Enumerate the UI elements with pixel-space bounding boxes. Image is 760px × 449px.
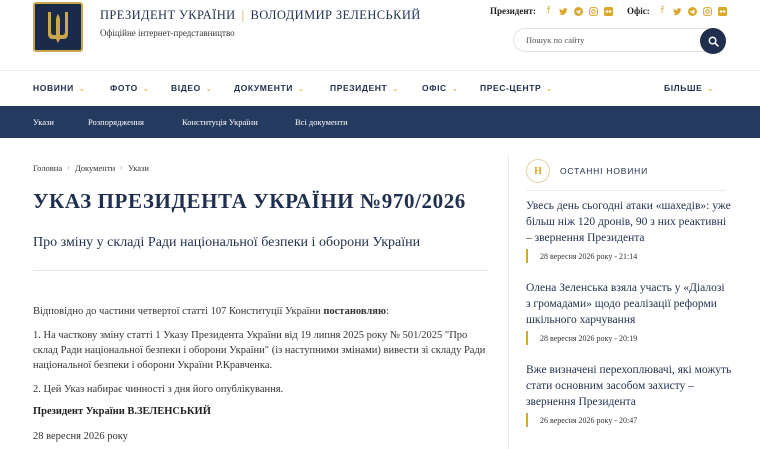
nav-item-label: ДОКУМЕНТИ <box>234 83 293 93</box>
news-title-link[interactable]: Олена Зеленська взяла участь у «Діалозі … <box>526 280 732 328</box>
nav-item-office[interactable]: ОФІС ⌄ <box>422 83 458 93</box>
chevron-down-icon: ⌄ <box>142 85 150 93</box>
nav-item-label: ВІДЕО <box>171 83 201 93</box>
news-date: 28 вересня 2026 року - 20:19 <box>526 331 732 345</box>
title-president: ПРЕЗИДЕНТ УКРАЇНИ <box>100 8 236 22</box>
breadcrumb: Головна › Документи › Укази <box>33 163 149 173</box>
breadcrumb-decrees[interactable]: Укази <box>128 163 149 173</box>
news-item: Увесь день сьогодні атаки «шахедів»: уже… <box>526 198 732 263</box>
facebook-icon[interactable]: f <box>658 6 667 16</box>
telegram-icon[interactable] <box>573 6 583 16</box>
breadcrumb-home[interactable]: Головна <box>33 163 62 173</box>
subnav-item-orders[interactable]: Розпорядження <box>88 117 144 127</box>
nav-item-label: БІЛЬШЕ <box>664 83 703 93</box>
twitter-icon[interactable] <box>558 7 568 16</box>
instagram-icon[interactable] <box>589 6 598 16</box>
news-title-link[interactable]: Вже визначені перехоплювачі, які можуть … <box>526 362 732 410</box>
document-paragraph-1: 1. На часткову зміну статті 1 Указу През… <box>33 330 486 371</box>
chevron-right-icon: › <box>67 164 70 172</box>
nav-item-video[interactable]: ВІДЕО ⌄ <box>171 83 212 93</box>
latest-news-heading: ОСТАННІ НОВИНИ <box>560 166 649 176</box>
site-subtitle: Офіційне інтернет-представництво <box>100 28 235 38</box>
news-badge-letter: Н <box>534 165 542 177</box>
divider <box>33 270 488 271</box>
search-box <box>513 28 726 54</box>
subnav-item-decrees[interactable]: Укази <box>33 117 54 127</box>
news-badge-icon: Н <box>526 159 550 183</box>
subnav-item-constitution[interactable]: Конституція України <box>182 117 258 127</box>
page-title: УКАЗ ПРЕЗИДЕНТА УКРАЇНИ №970/2026 <box>33 189 466 213</box>
intro-text: Відповідно до частини четвертої статті 1… <box>33 306 321 317</box>
intro-bold-text: постановляю <box>323 306 387 317</box>
instagram-icon[interactable] <box>702 6 712 16</box>
news-item: Олена Зеленська взяла участь у «Діалозі … <box>526 280 732 345</box>
document-paragraph-2: 2. Цей Указ набирає чинності з дня його … <box>33 384 284 395</box>
nav-item-press-center[interactable]: ПРЕС-ЦЕНТР ⌄ <box>480 83 553 93</box>
document-intro: Відповідно до частини четвертої статті 1… <box>33 304 493 319</box>
chevron-down-icon: ⌄ <box>546 85 553 93</box>
telegram-icon[interactable] <box>687 6 697 16</box>
nav-item-label: НОВИНИ <box>33 83 74 93</box>
coat-of-arms-logo[interactable] <box>33 2 83 52</box>
chevron-down-icon: ⌄ <box>297 85 305 93</box>
document-signature: Президент України В.ЗЕЛЕНСЬКИЙ <box>33 406 211 417</box>
nav-item-president[interactable]: ПРЕЗИДЕНТ ⌄ <box>330 83 399 93</box>
flickr-icon[interactable] <box>717 6 727 16</box>
sidebar-divider-line <box>526 190 726 191</box>
title-name: ВОЛОДИМИР ЗЕЛЕНСЬКИЙ <box>250 8 421 22</box>
news-item: Вже визначені перехоплювачі, які можуть … <box>526 362 732 427</box>
nav-item-label: ФОТО <box>110 83 138 93</box>
subnav-item-all-documents[interactable]: Всі документи <box>295 117 348 127</box>
search-icon <box>708 36 719 47</box>
flickr-icon[interactable] <box>603 6 613 16</box>
chevron-down-icon: ⌄ <box>205 85 213 93</box>
title-separator: | <box>241 8 245 22</box>
chevron-right-icon: › <box>120 164 123 172</box>
search-input[interactable] <box>526 32 696 48</box>
president-social-label: Президент: <box>490 6 536 16</box>
nav-item-documents[interactable]: ДОКУМЕНТИ ⌄ <box>234 83 304 93</box>
news-date: 28 вересня 2026 року - 21:14 <box>526 249 732 263</box>
office-social-links: Офіс: f <box>627 6 730 16</box>
chevron-down-icon: ⌄ <box>451 85 459 93</box>
intro-colon: : <box>386 306 389 317</box>
office-social-label: Офіс: <box>627 6 650 16</box>
document-date: 28 вересня 2026 року <box>33 431 128 442</box>
president-social-links: Президент: f <box>490 6 616 16</box>
nav-item-photo[interactable]: ФОТО ⌄ <box>110 83 149 93</box>
documents-subnav: Укази Розпорядження Конституція України … <box>0 106 760 138</box>
nav-item-label: ПРЕЗИДЕНТ <box>330 83 388 93</box>
nav-item-label: ПРЕС-ЦЕНТР <box>480 83 542 93</box>
twitter-icon[interactable] <box>672 7 682 16</box>
search-button[interactable] <box>700 28 726 54</box>
chevron-down-icon: ⌄ <box>707 85 714 93</box>
nav-item-more[interactable]: БІЛЬШЕ ⌄ <box>664 83 714 93</box>
nav-item-news[interactable]: НОВИНИ ⌄ <box>33 83 85 93</box>
breadcrumb-documents[interactable]: Документи <box>75 163 115 173</box>
chevron-down-icon: ⌄ <box>78 85 86 93</box>
chevron-down-icon: ⌄ <box>392 85 399 93</box>
main-navigation: НОВИНИ ⌄ ФОТО ⌄ ВІДЕО ⌄ ДОКУМЕНТИ ⌄ ПРЕЗИДЕН… <box>0 70 760 106</box>
site-title[interactable]: ПРЕЗИДЕНТ УКРАЇНИ | ВОЛОДИМИР ЗЕЛЕНСЬКИЙ <box>100 8 421 23</box>
news-date: 26 вересня 2026 року - 20:47 <box>526 413 732 427</box>
document-subtitle: Про зміну у складі Ради національної без… <box>33 235 421 250</box>
trident-icon <box>48 12 68 43</box>
sidebar-divider <box>508 155 509 449</box>
facebook-icon[interactable]: f <box>544 6 553 16</box>
nav-item-label: ОФІС <box>422 83 447 93</box>
news-title-link[interactable]: Увесь день сьогодні атаки «шахедів»: уже… <box>526 198 732 246</box>
site-header: ПРЕЗИДЕНТ УКРАЇНИ | ВОЛОДИМИР ЗЕЛЕНСЬКИЙ О… <box>0 0 760 70</box>
